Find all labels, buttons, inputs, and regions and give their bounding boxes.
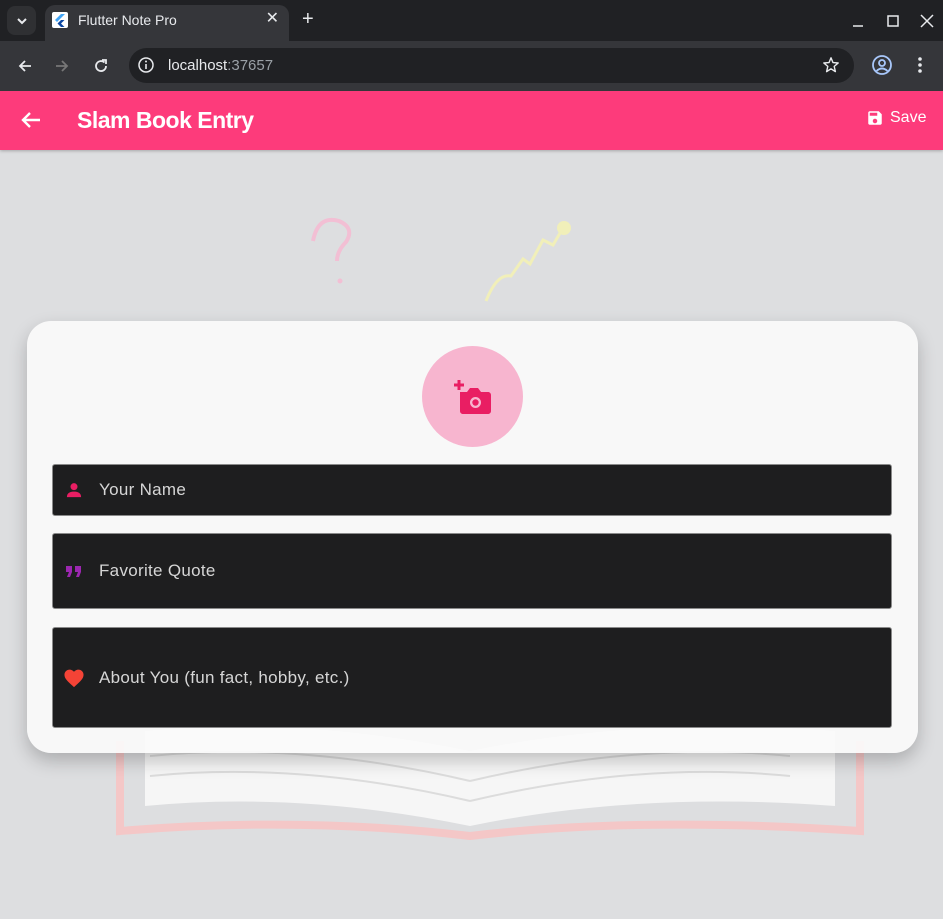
url-text: localhost:37657 [168, 57, 273, 74]
question-mark-doodle [311, 218, 352, 262]
back-icon[interactable] [13, 54, 37, 78]
minimize-icon[interactable] [847, 10, 869, 32]
squiggle-doodle [484, 227, 565, 302]
maximize-icon[interactable] [882, 10, 904, 32]
browser-tab[interactable]: Flutter Note Pro ✕ [45, 5, 289, 41]
name-field[interactable]: Your Name [52, 464, 892, 516]
bookmark-star-icon[interactable] [822, 56, 840, 79]
browser-menu-icon[interactable] [913, 54, 927, 81]
chevron-down-icon [16, 17, 27, 24]
flutter-favicon-icon [52, 12, 68, 28]
forward-icon[interactable] [50, 54, 74, 78]
tab-search-button[interactable] [7, 6, 36, 35]
entry-card: Your Name Favorite Quote About You (fun … [27, 321, 918, 753]
url-port: :37657 [227, 57, 274, 74]
page-title: Slam Book Entry [77, 107, 254, 133]
heart-icon [63, 667, 85, 689]
about-field-label: About You (fun fact, hobby, etc.) [99, 667, 350, 687]
address-bar[interactable]: localhost:37657 [129, 48, 854, 83]
save-button[interactable]: Save [866, 109, 926, 127]
new-tab-icon[interactable]: + [302, 9, 314, 29]
add-photo-icon [453, 379, 491, 414]
add-photo-button[interactable] [422, 346, 523, 447]
tab-title: Flutter Note Pro [78, 12, 177, 28]
tab-close-icon[interactable]: ✕ [266, 11, 279, 27]
save-label: Save [890, 109, 927, 126]
quote-field[interactable]: Favorite Quote [52, 533, 892, 609]
url-host: localhost [168, 57, 228, 74]
site-info-icon[interactable] [137, 56, 155, 79]
question-dot-doodle [337, 278, 343, 284]
reload-icon[interactable] [89, 54, 113, 78]
profile-icon[interactable] [871, 54, 893, 81]
squiggle-dot-doodle [557, 221, 571, 235]
back-arrow-icon[interactable] [20, 109, 42, 136]
quote-icon [63, 560, 85, 582]
app-bar: Slam Book Entry Save [0, 91, 943, 150]
browser-tab-strip: Flutter Note Pro ✕ + [0, 0, 943, 41]
quote-field-label: Favorite Quote [99, 561, 216, 580]
close-window-icon[interactable] [916, 10, 938, 32]
browser-toolbar: localhost:37657 [0, 41, 943, 91]
person-icon [63, 479, 85, 501]
app-viewport: Slam Book Entry Save Your Name Favorite … [0, 91, 943, 919]
about-field[interactable]: About You (fun fact, hobby, etc.) [52, 627, 892, 728]
save-icon [868, 111, 882, 125]
name-field-label: Your Name [99, 480, 187, 499]
